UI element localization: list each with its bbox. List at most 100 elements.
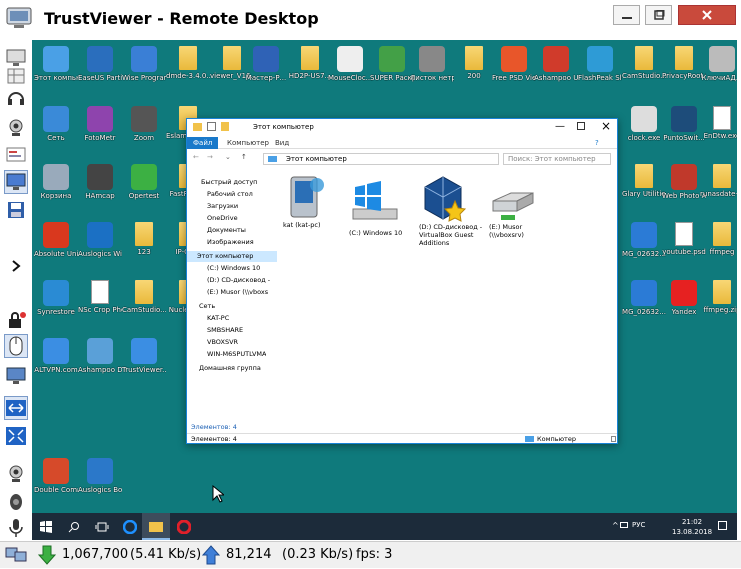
sidebar-item[interactable]: Сеть [199, 301, 215, 312]
webcam-icon[interactable] [4, 462, 28, 486]
opera-icon[interactable] [170, 513, 198, 540]
sidebar-item[interactable]: VBOXSVR [207, 337, 238, 348]
tab-computer[interactable]: Компьютер [221, 137, 275, 149]
search-input[interactable]: Поиск: Этот компьютер [503, 153, 611, 165]
fit-width-icon[interactable] [4, 396, 28, 420]
minimize-button[interactable] [613, 5, 640, 25]
tab-view[interactable]: Вид [269, 137, 295, 149]
fullscreen-icon[interactable] [4, 424, 28, 448]
view-toggle-icon[interactable] [611, 436, 616, 442]
drive-item[interactable]: (C:) Windows 10 [349, 179, 419, 237]
chat-icon[interactable] [4, 144, 28, 168]
sidebar-item[interactable]: WIN-M6SPUTLVMA [207, 349, 266, 360]
notifications-icon[interactable] [718, 521, 727, 530]
desktop-icon[interactable]: Zoom [122, 106, 166, 143]
tray-chevron-icon[interactable]: ^ [612, 521, 619, 530]
desktop-icon[interactable]: Этот компьютер [34, 46, 78, 83]
remote-desktop[interactable]: Этот компьютерEaseUS Partition...Wise Pr… [32, 40, 737, 540]
webcam-icon[interactable] [4, 116, 28, 140]
sidebar-item[interactable]: Документы [207, 225, 246, 236]
drive-item[interactable]: (E:) Musor (\\vboxsrv) [489, 185, 559, 239]
desktop-icon[interactable]: TrustViewer... [122, 338, 166, 375]
sidebar-item[interactable]: (D:) CD-дисковод - [207, 275, 270, 286]
checkbox-icon[interactable] [207, 122, 216, 131]
address-bar[interactable]: Этот компьютер [263, 153, 499, 165]
new-folder-icon[interactable] [221, 122, 229, 131]
start-button[interactable] [32, 513, 60, 540]
close-button[interactable] [678, 5, 736, 25]
sidebar-item[interactable]: Изображения [207, 237, 254, 248]
desktop-icon[interactable]: Auslogics Windows... [78, 222, 122, 259]
file-explorer-taskbar-icon[interactable] [142, 513, 170, 540]
explorer-close-button[interactable]: × [601, 119, 611, 133]
mouse-icon[interactable] [4, 334, 28, 358]
desktop-icon[interactable]: КлючиАД... [700, 46, 737, 83]
file-explorer-window[interactable]: Этот компьютер — × Файл Компьютер Вид ? … [186, 118, 618, 444]
desktop-icon[interactable]: NSc Crop Photo [78, 280, 122, 315]
desktop-icon[interactable]: FotoMetr [78, 106, 122, 143]
desktop-icon[interactable]: MG_02632... [622, 222, 666, 259]
search-icon[interactable] [60, 513, 88, 540]
desktop-icon[interactable]: Auslogics BoostSpe... [78, 458, 122, 495]
task-view-icon[interactable] [88, 513, 116, 540]
remote-control-icon[interactable] [4, 170, 28, 194]
settings-grid-icon[interactable] [4, 64, 28, 88]
back-arrow-icon[interactable]: ← [193, 153, 199, 161]
desktop-icon[interactable]: Листок нетрудосп... [410, 46, 454, 83]
desktop-icon[interactable]: runasdate-... [700, 164, 737, 199]
clock[interactable]: 21:02 13.08.2018 [672, 517, 712, 537]
forward-arrow-icon[interactable]: → [207, 153, 213, 161]
desktop-icon[interactable]: Корзина [34, 164, 78, 201]
display-icon[interactable] [4, 364, 28, 388]
desktop-icon[interactable]: Synrestore [34, 280, 78, 317]
drive-item[interactable]: kat (kat-pc) [283, 171, 353, 229]
desktop-icon[interactable]: ffmpeg.zip [700, 280, 737, 315]
desktop-icon[interactable]: CamStudio... [122, 280, 166, 315]
desktop-icon[interactable]: clock.exe [622, 106, 666, 143]
save-icon[interactable] [4, 198, 28, 222]
desktop-icon[interactable]: Absolute Uninstaller [34, 222, 78, 259]
drive-item[interactable]: (D:) CD-дисковод - VirtualBox Guest Addi… [419, 173, 489, 247]
expand-chevron-icon[interactable] [4, 254, 28, 278]
explorer-minimize-button[interactable]: — [555, 121, 565, 132]
tab-file[interactable]: Файл [187, 137, 219, 149]
sidebar-item[interactable]: (E:) Musor (\\vboxs [207, 287, 268, 298]
sidebar-item[interactable]: OneDrive [207, 213, 238, 224]
desktop-icon[interactable]: EnDtw.exe [700, 106, 737, 141]
sidebar-item[interactable]: Домашняя группа [199, 363, 261, 374]
desktop-icon[interactable]: MG_02632... [622, 280, 666, 317]
desktop-icon[interactable]: HD2P-US7... [288, 46, 332, 81]
microphone-icon[interactable] [4, 516, 28, 540]
sidebar-item[interactable]: Быстрый доступ [201, 177, 257, 188]
desktop-icon[interactable]: Сеть [34, 106, 78, 143]
explorer-maximize-button[interactable] [577, 122, 585, 130]
desktop-icon[interactable]: MouseCloc... [328, 46, 372, 83]
desktop-icon[interactable]: ALTVPN.com [34, 338, 78, 375]
maximize-button[interactable] [645, 5, 672, 25]
sidebar-item[interactable]: KAT-PC [207, 313, 229, 324]
headset-icon[interactable] [4, 86, 28, 110]
sidebar-item[interactable]: (C:) Windows 10 [207, 263, 260, 274]
desktop-icon[interactable]: FlashPeak SlimBrowser [578, 46, 622, 83]
language-indicator[interactable]: РУС [632, 521, 645, 529]
desktop-icon[interactable]: 123 [122, 222, 166, 257]
lock-icon[interactable] [4, 308, 28, 332]
help-icon[interactable]: ? [595, 139, 599, 147]
network-tray-icon[interactable] [620, 522, 628, 528]
desktop-icon[interactable]: Double Commander [34, 458, 78, 495]
desktop-icon[interactable]: Мастер-Р... [244, 46, 288, 83]
sidebar-item[interactable]: Загрузки [207, 201, 238, 212]
edge-browser-icon[interactable] [116, 513, 144, 540]
desktop-icon[interactable]: Ashampoo UnInstaller 6 [534, 46, 578, 83]
desktop-icon[interactable]: HAmcap [78, 164, 122, 201]
desktop-icon[interactable]: Wise Program... [122, 46, 166, 83]
desktop-icon[interactable]: Glary Utilities_P... [622, 164, 666, 199]
sidebar-item[interactable]: SMBSHARE [207, 325, 243, 336]
desktop-icon[interactable]: SUPER Раскраска [370, 46, 414, 83]
desktop-icon[interactable]: dmde-3.4.0... [166, 46, 210, 81]
recent-dropdown-icon[interactable]: ⌄ [225, 153, 231, 161]
desktop-icon[interactable]: Ashampoo Deals [78, 338, 122, 375]
sidebar-item[interactable]: Рабочий стол [207, 189, 253, 200]
desktop-icon[interactable]: ffmpeg [700, 222, 737, 257]
desktop-icon[interactable]: Opertest [122, 164, 166, 201]
